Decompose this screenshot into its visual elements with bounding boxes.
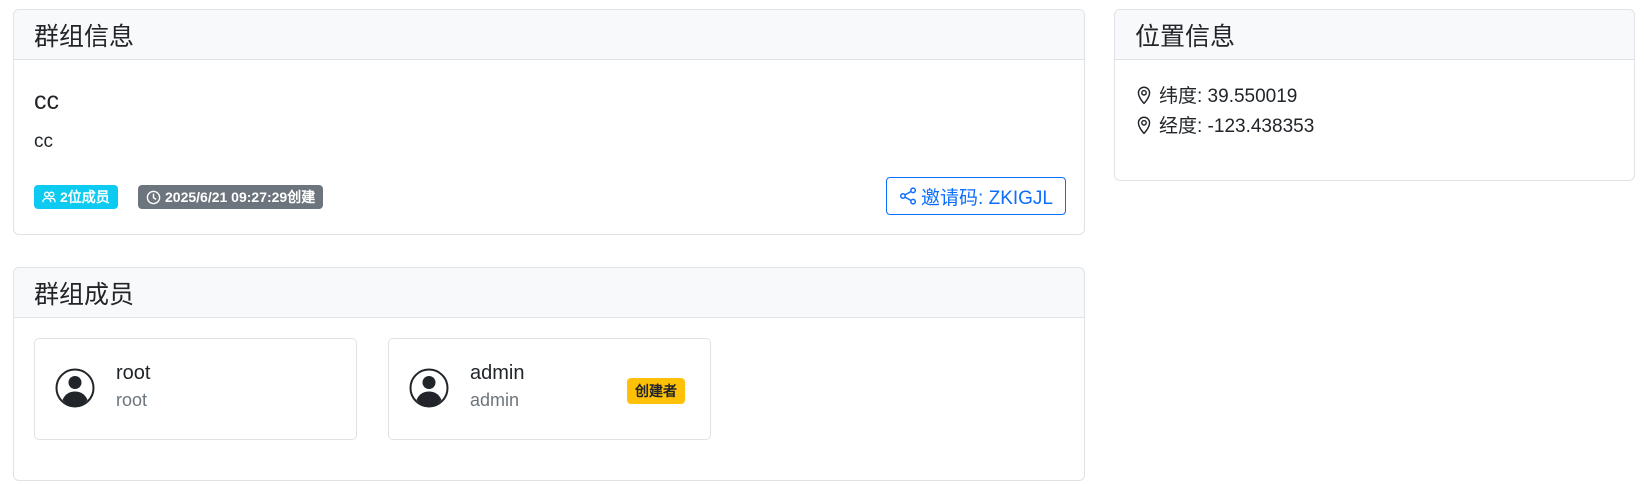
- group-members-header: 群组成员: [14, 268, 1084, 318]
- latitude-row: 纬度: 39.550019: [1135, 81, 1297, 108]
- member-username: root: [116, 390, 148, 410]
- member-name: admin: [470, 362, 525, 384]
- group-description: cc: [34, 131, 53, 152]
- member-name: root: [116, 362, 151, 384]
- person-circle-icon: [55, 368, 95, 408]
- longitude-row: 经度: -123.438353: [1135, 111, 1314, 138]
- share-icon: [899, 187, 917, 205]
- members-count-badge: 2位成员: [34, 185, 118, 209]
- invite-code-button[interactable]: 邀请码: ZKIGJL: [886, 177, 1066, 215]
- created-time-badge: 2025/6/21 09:27:29创建: [138, 185, 324, 209]
- member-username: admin: [470, 390, 520, 410]
- clock-icon: [146, 190, 161, 204]
- person-circle-icon: [409, 368, 449, 408]
- group-info-header: 群组信息: [14, 10, 1084, 60]
- created-time-label: 2025/6/21 09:27:29创建: [165, 189, 316, 205]
- members-count-label: 2位成员: [60, 189, 110, 205]
- longitude-label: 经度: -123.438353: [1159, 116, 1315, 137]
- member-card-admin[interactable]: admin admin 创建者: [388, 338, 711, 440]
- group-members-card: 群组成员 root root admin admin 创建者: [13, 267, 1085, 481]
- people-icon: [42, 191, 56, 203]
- latitude-label: 纬度: 39.550019: [1159, 86, 1298, 107]
- geo-pin-icon: [1137, 116, 1151, 134]
- creator-badge: 创建者: [627, 378, 685, 404]
- group-name: cc: [34, 87, 59, 115]
- member-card-root[interactable]: root root: [34, 338, 357, 440]
- invite-code-label: 邀请码: ZKIGJL: [921, 187, 1053, 209]
- geo-pin-icon: [1137, 86, 1151, 104]
- location-info-card: 位置信息 纬度: 39.550019 经度: -123.438353: [1114, 9, 1635, 181]
- location-info-header: 位置信息: [1115, 10, 1634, 60]
- group-info-card: 群组信息 cc cc 2位成员 2025/6/21 09:27:29创建 邀请码…: [13, 9, 1085, 235]
